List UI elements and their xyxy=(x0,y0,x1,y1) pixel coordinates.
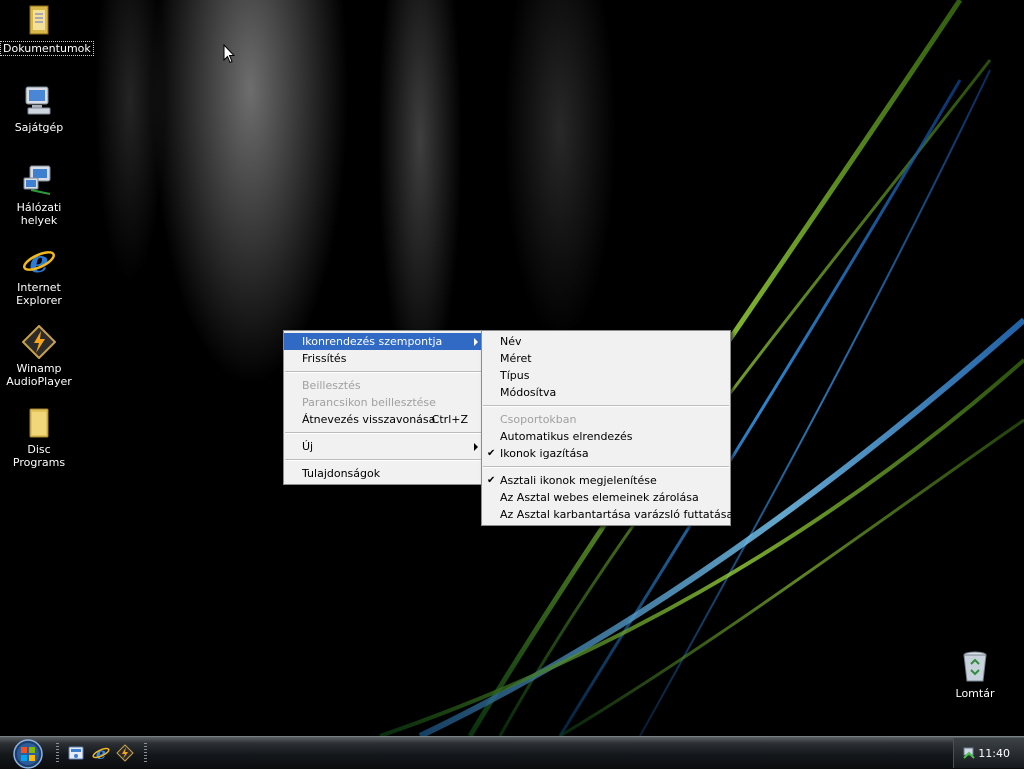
desktop-icon-label: Winamp AudioPlayer xyxy=(6,362,72,388)
menu-item-label: Automatikus elrendezés xyxy=(500,430,633,443)
desktop-icon-internet-explorer[interactable]: e Internet Explorer xyxy=(0,244,78,307)
network-status-icon[interactable] xyxy=(962,746,976,760)
menu-item-label: Parancsikon beillesztése xyxy=(302,396,436,409)
menu-item-label: Tulajdonságok xyxy=(302,467,381,480)
menu-item-label: Az Asztal webes elemeinek zárolása xyxy=(500,491,699,504)
desktop-icon-disc-programs[interactable]: Disc Programs xyxy=(0,406,78,469)
desktop-icon-label: Hálózati helyek xyxy=(16,201,62,227)
desktop[interactable]: Dokumentumok Sajátgép Hálózati helyek e … xyxy=(0,0,1024,736)
submenu-item-lock-web-items[interactable]: Az Asztal webes elemeinek zárolása xyxy=(482,489,730,506)
menu-item-label: Beillesztés xyxy=(302,379,361,392)
desktop-icon-winamp[interactable]: Winamp AudioPlayer xyxy=(0,325,78,388)
menu-item-shortcut: Ctrl+Z xyxy=(431,413,468,426)
menu-item-label: Ikonrendezés szempontja xyxy=(302,335,443,348)
winamp-icon[interactable] xyxy=(116,744,134,762)
system-tray: 11:40 xyxy=(953,738,1024,768)
context-menu: Ikonrendezés szempontja Frissítés Beille… xyxy=(283,330,483,485)
checkmark-icon: ✔ xyxy=(487,448,496,459)
menu-separator xyxy=(285,371,481,373)
menu-item-label: Asztali ikonok megjelenítése xyxy=(500,474,657,487)
mouse-cursor-icon xyxy=(223,44,235,64)
menu-item-label: Típus xyxy=(500,369,530,382)
submenu-item-align-to-grid[interactable]: ✔ Ikonok igazítása xyxy=(482,445,730,462)
svg-text:e: e xyxy=(29,245,48,278)
menu-item-undo-rename[interactable]: Átnevezés visszavonása Ctrl+Z xyxy=(284,411,482,428)
submenu-item-show-desktop-icons[interactable]: ✔ Asztali ikonok megjelenítése xyxy=(482,472,730,489)
menu-item-paste: Beillesztés xyxy=(284,377,482,394)
svg-text:e: e xyxy=(96,744,106,762)
menu-item-label: Új xyxy=(302,440,314,453)
menu-separator xyxy=(285,432,481,434)
desktop-icon-recycle-bin[interactable]: Lomtár xyxy=(936,650,1014,700)
network-places-icon xyxy=(23,165,51,195)
menu-item-label: Ikonok igazítása xyxy=(500,447,589,460)
menu-item-label: Méret xyxy=(500,352,532,365)
show-desktop-icon[interactable] xyxy=(67,744,85,762)
menu-item-label: Frissítés xyxy=(302,352,347,365)
recycle-bin-icon xyxy=(963,651,987,682)
menu-item-label: Név xyxy=(500,335,522,348)
internet-explorer-icon[interactable]: e xyxy=(92,744,110,762)
menu-item-arrange-icons-by[interactable]: Ikonrendezés szempontja xyxy=(284,333,482,350)
internet-explorer-icon: e xyxy=(23,245,55,278)
my-documents-folder-icon xyxy=(29,5,49,35)
menu-separator xyxy=(483,405,729,407)
submenu-item-modified[interactable]: Módosítva xyxy=(482,384,730,401)
menu-item-label: Átnevezés visszavonása xyxy=(302,413,436,426)
desktop-icon-label: Internet Explorer xyxy=(16,281,62,307)
menu-separator xyxy=(483,466,729,468)
menu-item-label: Csoportokban xyxy=(500,413,577,426)
clock[interactable]: 11:40 xyxy=(978,747,1010,760)
menu-item-refresh[interactable]: Frissítés xyxy=(284,350,482,367)
submenu-item-show-in-groups: Csoportokban xyxy=(482,411,730,428)
desktop-icon-documents[interactable]: Dokumentumok xyxy=(0,4,94,56)
taskbar: e 11:40 xyxy=(0,736,1024,769)
menu-separator xyxy=(285,459,481,461)
desktop-icon-network[interactable]: Hálózati helyek xyxy=(0,164,78,227)
submenu-item-type[interactable]: Típus xyxy=(482,367,730,384)
desktop-icon-my-computer[interactable]: Sajátgép xyxy=(0,84,78,134)
start-button[interactable] xyxy=(8,739,48,769)
menu-item-label: Módosítva xyxy=(500,386,557,399)
winamp-icon xyxy=(22,325,56,359)
desktop-icon-label: Dokumentumok xyxy=(0,41,94,56)
menu-item-label: Az Asztal karbantartása varázsló futtatá… xyxy=(500,508,734,521)
submenu-item-name[interactable]: Név xyxy=(482,333,730,350)
my-computer-icon xyxy=(25,86,51,115)
taskbar-grip[interactable] xyxy=(56,743,59,763)
menu-item-properties[interactable]: Tulajdonságok xyxy=(284,465,482,482)
submenu-arrow-icon xyxy=(474,338,478,346)
submenu-item-auto-arrange[interactable]: Automatikus elrendezés xyxy=(482,428,730,445)
menu-item-paste-shortcut: Parancsikon beillesztése xyxy=(284,394,482,411)
menu-item-new[interactable]: Új xyxy=(284,438,482,455)
submenu-arrow-icon xyxy=(474,443,478,451)
desktop-icon-label: Lomtár xyxy=(955,687,995,700)
submenu-item-cleanup-wizard[interactable]: Az Asztal karbantartása varázsló futtatá… xyxy=(482,506,734,523)
taskbar-grip[interactable] xyxy=(144,743,147,763)
arrange-icons-submenu: Név Méret Típus Módosítva Csoportokban A… xyxy=(481,330,734,526)
folder-icon xyxy=(29,408,49,438)
submenu-item-size[interactable]: Méret xyxy=(482,350,730,367)
checkmark-icon: ✔ xyxy=(487,475,496,486)
desktop-icon-label: Sajátgép xyxy=(14,121,64,134)
desktop-icon-label: Disc Programs xyxy=(12,443,66,469)
